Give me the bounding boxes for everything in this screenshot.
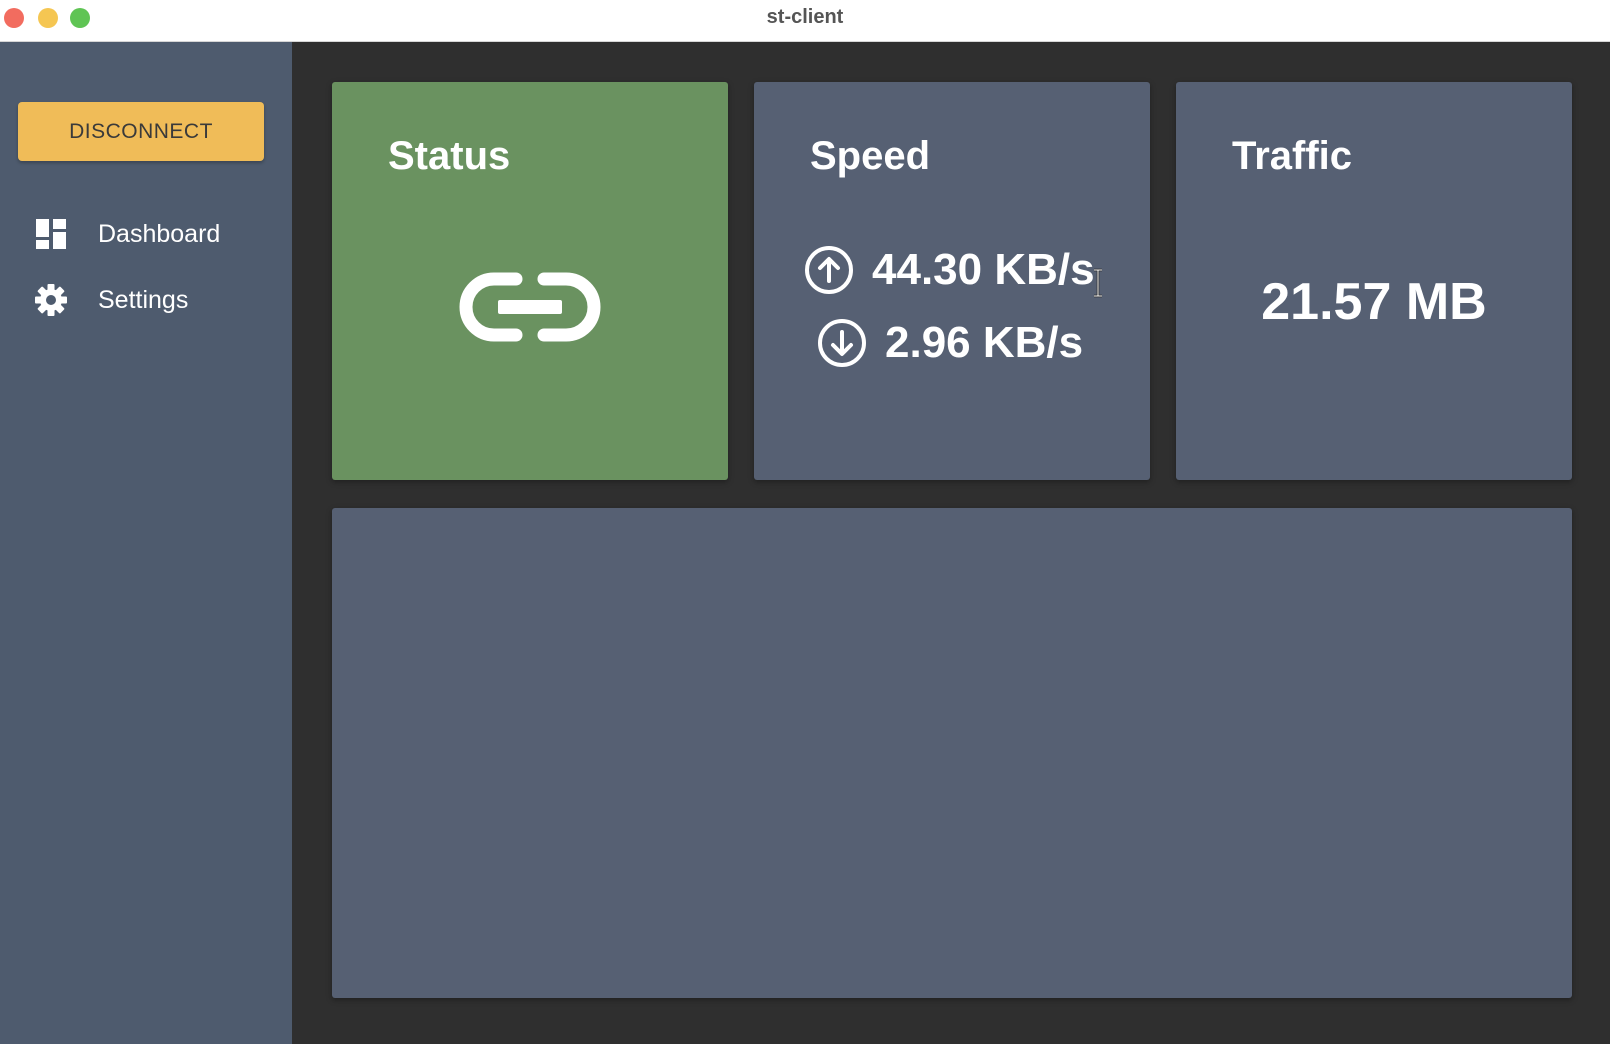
window-title: st-client bbox=[766, 6, 844, 28]
traffic-value: 21.57 MB bbox=[1261, 273, 1487, 331]
content-panel bbox=[332, 508, 1572, 998]
traffic-card-title: Traffic bbox=[1232, 134, 1353, 178]
upload-speed-row: 44.30 KB/s bbox=[804, 245, 1095, 295]
status-card-title: Status bbox=[388, 134, 511, 178]
text-cursor-icon bbox=[1094, 268, 1102, 298]
download-speed-value: 2.96 KB/s bbox=[885, 318, 1084, 367]
title-bar: st-client bbox=[0, 0, 1610, 42]
sidebar-item-settings[interactable]: Settings bbox=[0, 272, 292, 328]
status-card: Status bbox=[332, 82, 728, 480]
disconnect-button[interactable]: DISCONNECT bbox=[18, 102, 264, 161]
gear-icon bbox=[35, 284, 67, 316]
traffic-card: Traffic 21.57 MB bbox=[1176, 82, 1572, 480]
sidebar-item-dashboard[interactable]: Dashboard bbox=[0, 206, 292, 262]
upload-speed-value: 44.30 KB/s bbox=[872, 245, 1095, 294]
speed-card-title: Speed bbox=[810, 134, 931, 178]
main-content: Status Speed 44.30 KB/s 2.96 KB/s Traffi… bbox=[292, 42, 1610, 1044]
dashboard-icon bbox=[36, 219, 66, 249]
download-arrow-icon bbox=[818, 319, 866, 367]
app-window: st-client DISCONNECT Dashboard Settings … bbox=[0, 0, 1610, 1044]
sidebar: DISCONNECT Dashboard Settings bbox=[0, 42, 292, 1044]
upload-arrow-icon bbox=[805, 246, 853, 294]
download-speed-row: 2.96 KB/s bbox=[817, 318, 1083, 368]
link-icon bbox=[459, 272, 601, 342]
sidebar-item-label: Dashboard bbox=[98, 219, 221, 248]
sidebar-item-label: Settings bbox=[98, 285, 189, 314]
